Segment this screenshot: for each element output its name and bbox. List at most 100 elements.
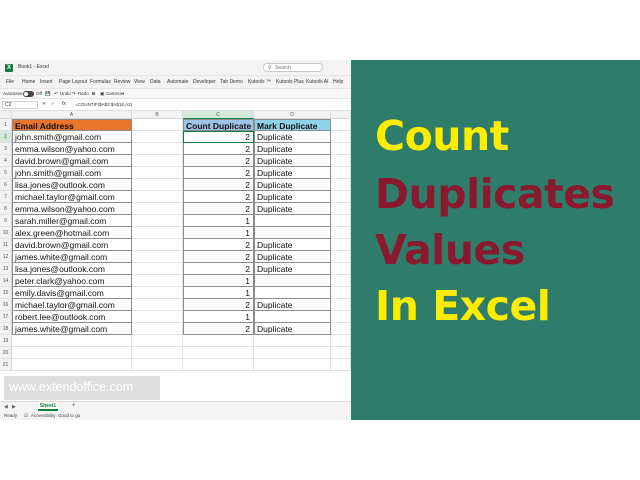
mark-cell[interactable] bbox=[254, 227, 331, 239]
email-cell[interactable]: michael.taylor@gmail.com bbox=[12, 299, 132, 311]
mark-cell[interactable]: Duplicate bbox=[254, 203, 331, 215]
count-cell[interactable]: 2 bbox=[183, 203, 254, 215]
cell[interactable] bbox=[132, 131, 183, 143]
cell[interactable] bbox=[331, 179, 351, 191]
count-cell[interactable]: 1 bbox=[183, 287, 254, 299]
column-header-d[interactable]: D bbox=[254, 111, 331, 119]
cell[interactable] bbox=[132, 119, 183, 131]
row-header[interactable]: 12 bbox=[0, 251, 12, 263]
cell[interactable] bbox=[183, 335, 254, 347]
mark-cell[interactable]: Duplicate bbox=[254, 251, 331, 263]
email-cell[interactable]: john.smith@gmail.com bbox=[12, 167, 132, 179]
count-cell[interactable]: 2 bbox=[183, 263, 254, 275]
cell[interactable] bbox=[331, 311, 351, 323]
menu-item[interactable]: Kutools ™ bbox=[248, 79, 271, 85]
row-header[interactable]: 13 bbox=[0, 263, 12, 275]
email-cell[interactable]: robert.lee@outlook.com bbox=[12, 311, 132, 323]
row-header[interactable]: 4 bbox=[0, 155, 12, 167]
email-cell[interactable]: john.smith@gmail.com bbox=[12, 131, 132, 143]
cell[interactable] bbox=[331, 155, 351, 167]
row-header[interactable]: 1 bbox=[0, 119, 12, 131]
count-cell[interactable]: 2 bbox=[183, 131, 254, 143]
email-cell[interactable]: lisa.jones@outlook.com bbox=[12, 179, 132, 191]
spreadsheet-grid[interactable]: A B C D 1 Email Address Count Duplicate Mar… bbox=[0, 111, 351, 411]
cell[interactable] bbox=[132, 143, 183, 155]
cell[interactable] bbox=[12, 335, 132, 347]
row-header[interactable]: 14 bbox=[0, 275, 12, 287]
cell[interactable] bbox=[331, 143, 351, 155]
mark-cell[interactable]: Duplicate bbox=[254, 155, 331, 167]
row-header[interactable]: 7 bbox=[0, 191, 12, 203]
row-header[interactable]: 9 bbox=[0, 215, 12, 227]
count-cell[interactable]: 2 bbox=[183, 167, 254, 179]
cell[interactable] bbox=[331, 263, 351, 275]
email-cell[interactable]: emma.wilson@yahoo.com bbox=[12, 203, 132, 215]
formula-input[interactable]: =COUNTIF($A$2:$A$18,A2) bbox=[75, 102, 132, 107]
cell[interactable] bbox=[331, 251, 351, 263]
mark-cell[interactable]: Duplicate bbox=[254, 239, 331, 251]
cell[interactable] bbox=[331, 131, 351, 143]
email-cell[interactable]: david.brown@gmail.com bbox=[12, 155, 132, 167]
row-header[interactable]: 21 bbox=[0, 359, 12, 371]
redo-icon[interactable]: ↷ bbox=[72, 91, 76, 97]
insert-function-button[interactable]: fx bbox=[62, 101, 66, 107]
menu-item[interactable]: Review bbox=[114, 79, 130, 85]
email-cell[interactable]: emma.wilson@yahoo.com bbox=[12, 143, 132, 155]
column-header-b[interactable]: B bbox=[132, 111, 183, 119]
enter-icon[interactable]: ✓ bbox=[51, 101, 55, 107]
search-input[interactable]: ⚲ Search bbox=[263, 63, 323, 72]
mark-cell[interactable]: Duplicate bbox=[254, 131, 331, 143]
row-header[interactable]: 8 bbox=[0, 203, 12, 215]
cell[interactable] bbox=[183, 359, 254, 371]
email-cell[interactable]: peter.clark@yahoo.com bbox=[12, 275, 132, 287]
cell[interactable] bbox=[331, 323, 351, 335]
mark-cell[interactable] bbox=[254, 287, 331, 299]
cell[interactable] bbox=[331, 167, 351, 179]
row-header[interactable]: 17 bbox=[0, 311, 12, 323]
select-all-corner[interactable] bbox=[0, 111, 12, 119]
menu-item[interactable]: View bbox=[134, 79, 145, 85]
cell[interactable] bbox=[132, 311, 183, 323]
cell[interactable] bbox=[132, 335, 183, 347]
count-cell[interactable]: 2 bbox=[183, 251, 254, 263]
row-header[interactable]: 15 bbox=[0, 287, 12, 299]
mark-cell[interactable] bbox=[254, 275, 331, 287]
row-header[interactable]: 16 bbox=[0, 299, 12, 311]
count-cell[interactable]: 1 bbox=[183, 311, 254, 323]
cell[interactable] bbox=[132, 323, 183, 335]
mark-cell[interactable]: Duplicate bbox=[254, 263, 331, 275]
undo-icon[interactable]: ↶ bbox=[54, 91, 58, 97]
count-cell[interactable]: 2 bbox=[183, 239, 254, 251]
cell[interactable] bbox=[183, 347, 254, 359]
cell[interactable] bbox=[331, 119, 351, 131]
mark-cell[interactable] bbox=[254, 311, 331, 323]
prev-sheet-icon[interactable]: ◀ bbox=[4, 404, 8, 410]
menu-item[interactable]: Kutools Plus bbox=[276, 79, 304, 85]
accessibility-status[interactable]: Accessibility: Good to go bbox=[31, 413, 80, 418]
menu-item[interactable]: Insert bbox=[40, 79, 53, 85]
cell[interactable] bbox=[331, 359, 351, 371]
column-header-c[interactable]: C bbox=[183, 111, 254, 119]
email-cell[interactable]: sarah.miller@gmail.com bbox=[12, 215, 132, 227]
cell[interactable] bbox=[132, 155, 183, 167]
undo-button[interactable]: Undo bbox=[60, 91, 71, 96]
cell[interactable] bbox=[132, 239, 183, 251]
row-header[interactable]: 5 bbox=[0, 167, 12, 179]
count-cell[interactable]: 2 bbox=[183, 191, 254, 203]
email-cell[interactable]: james.white@gmail.com bbox=[12, 251, 132, 263]
menu-item[interactable]: Kutools AI bbox=[306, 79, 329, 85]
count-cell[interactable]: 1 bbox=[183, 215, 254, 227]
mark-cell[interactable]: Duplicate bbox=[254, 143, 331, 155]
cell[interactable] bbox=[12, 359, 132, 371]
count-cell[interactable]: 2 bbox=[183, 299, 254, 311]
row-header[interactable]: 2 bbox=[0, 131, 12, 143]
mark-cell[interactable]: Duplicate bbox=[254, 323, 331, 335]
count-cell[interactable]: 2 bbox=[183, 323, 254, 335]
cell[interactable] bbox=[12, 347, 132, 359]
email-cell[interactable]: emily.davis@gmail.com bbox=[12, 287, 132, 299]
cell[interactable] bbox=[331, 203, 351, 215]
cell[interactable] bbox=[254, 335, 331, 347]
add-sheet-button[interactable]: + bbox=[72, 403, 76, 409]
menu-item[interactable]: Home bbox=[22, 79, 35, 85]
cell[interactable] bbox=[132, 167, 183, 179]
